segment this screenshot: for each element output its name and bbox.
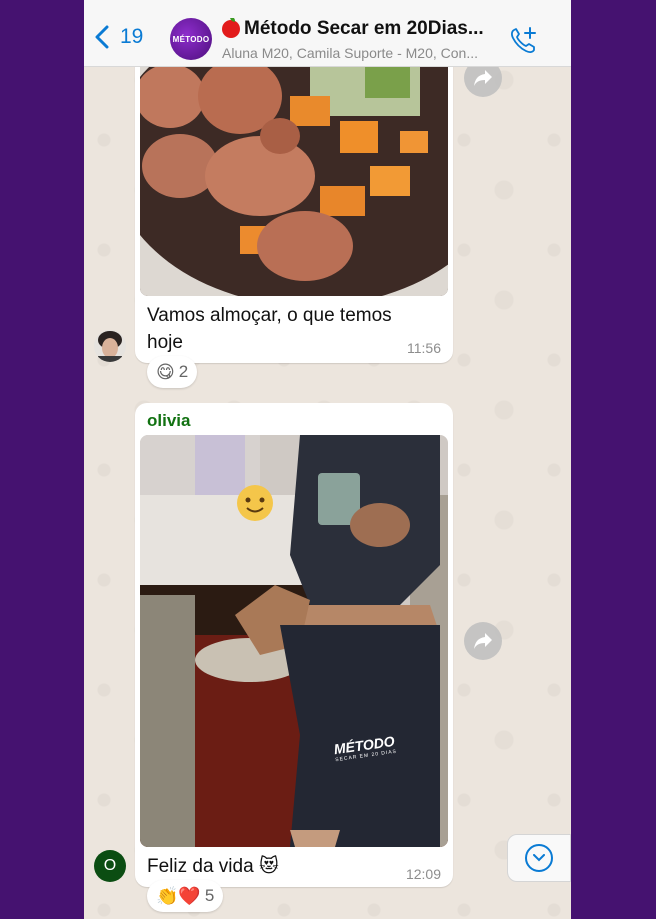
chat-title: Método Secar em 20Dias...	[222, 18, 502, 40]
progress-photo-art	[140, 435, 448, 847]
unread-count: 19	[120, 25, 144, 48]
reaction-pill[interactable]: 😋 2	[147, 356, 198, 388]
message-time: 12:09	[405, 866, 441, 882]
chat-screen: 19 MÉTODO Método Secar em 20Dias... Alun…	[84, 0, 571, 919]
share-arrow-icon	[474, 633, 492, 649]
food-photo[interactable]	[140, 36, 448, 296]
chevron-down-icon	[525, 844, 553, 872]
chevron-down-glyph	[533, 854, 545, 862]
message-bubble[interactable]: Vamos almoçar, o que temos hoje 11:56	[135, 36, 453, 363]
reaction-emoji: 👏❤️	[156, 885, 201, 906]
reaction-emoji: 😋	[156, 361, 175, 382]
chat-participants: Aluna M20, Camila Suporte - M20, Con...	[222, 45, 479, 61]
message-time: 11:56	[407, 340, 441, 356]
reaction-pill[interactable]: 👏❤️ 5	[147, 880, 224, 912]
add-call-icon[interactable]	[509, 26, 537, 54]
sender-initial: O	[103, 857, 117, 874]
message-bubble[interactable]: olivia MÉTODO SECAR EM 20 DIAS Feliz da …	[135, 403, 453, 887]
sender-avatar[interactable]: O	[94, 850, 126, 882]
reaction-count: 5	[204, 886, 215, 905]
apple-icon	[222, 18, 240, 38]
reaction-count: 2	[178, 362, 189, 381]
food-photo-art	[140, 36, 448, 296]
message-text-line: Vamos almoçar, o que temos	[147, 305, 392, 326]
user-photo-art	[94, 330, 126, 362]
chat-header: 19 MÉTODO Método Secar em 20Dias... Alun…	[84, 0, 571, 67]
chat-title-area[interactable]: Método Secar em 20Dias... Aluna M20, Cam…	[222, 18, 502, 61]
group-avatar[interactable]: MÉTODO	[170, 18, 212, 60]
chat-title-text: Método Secar em 20Dias...	[244, 18, 484, 39]
chevron-left-icon	[95, 25, 109, 49]
message-text: Feliz da vida 😻	[147, 856, 279, 877]
sender-name: olivia	[147, 411, 191, 430]
share-arrow-icon	[474, 70, 492, 86]
progress-photo[interactable]: MÉTODO SECAR EM 20 DIAS	[140, 435, 448, 847]
scroll-to-bottom-button[interactable]	[507, 834, 571, 882]
message-text-line: hoje	[147, 332, 183, 353]
forward-button[interactable]	[464, 622, 502, 660]
back-button[interactable]: 19	[94, 22, 143, 52]
group-avatar-text: MÉTODO	[172, 34, 210, 44]
sender-avatar[interactable]	[94, 330, 126, 362]
message-text: Vamos almoçar, o que temos hoje	[147, 302, 447, 356]
